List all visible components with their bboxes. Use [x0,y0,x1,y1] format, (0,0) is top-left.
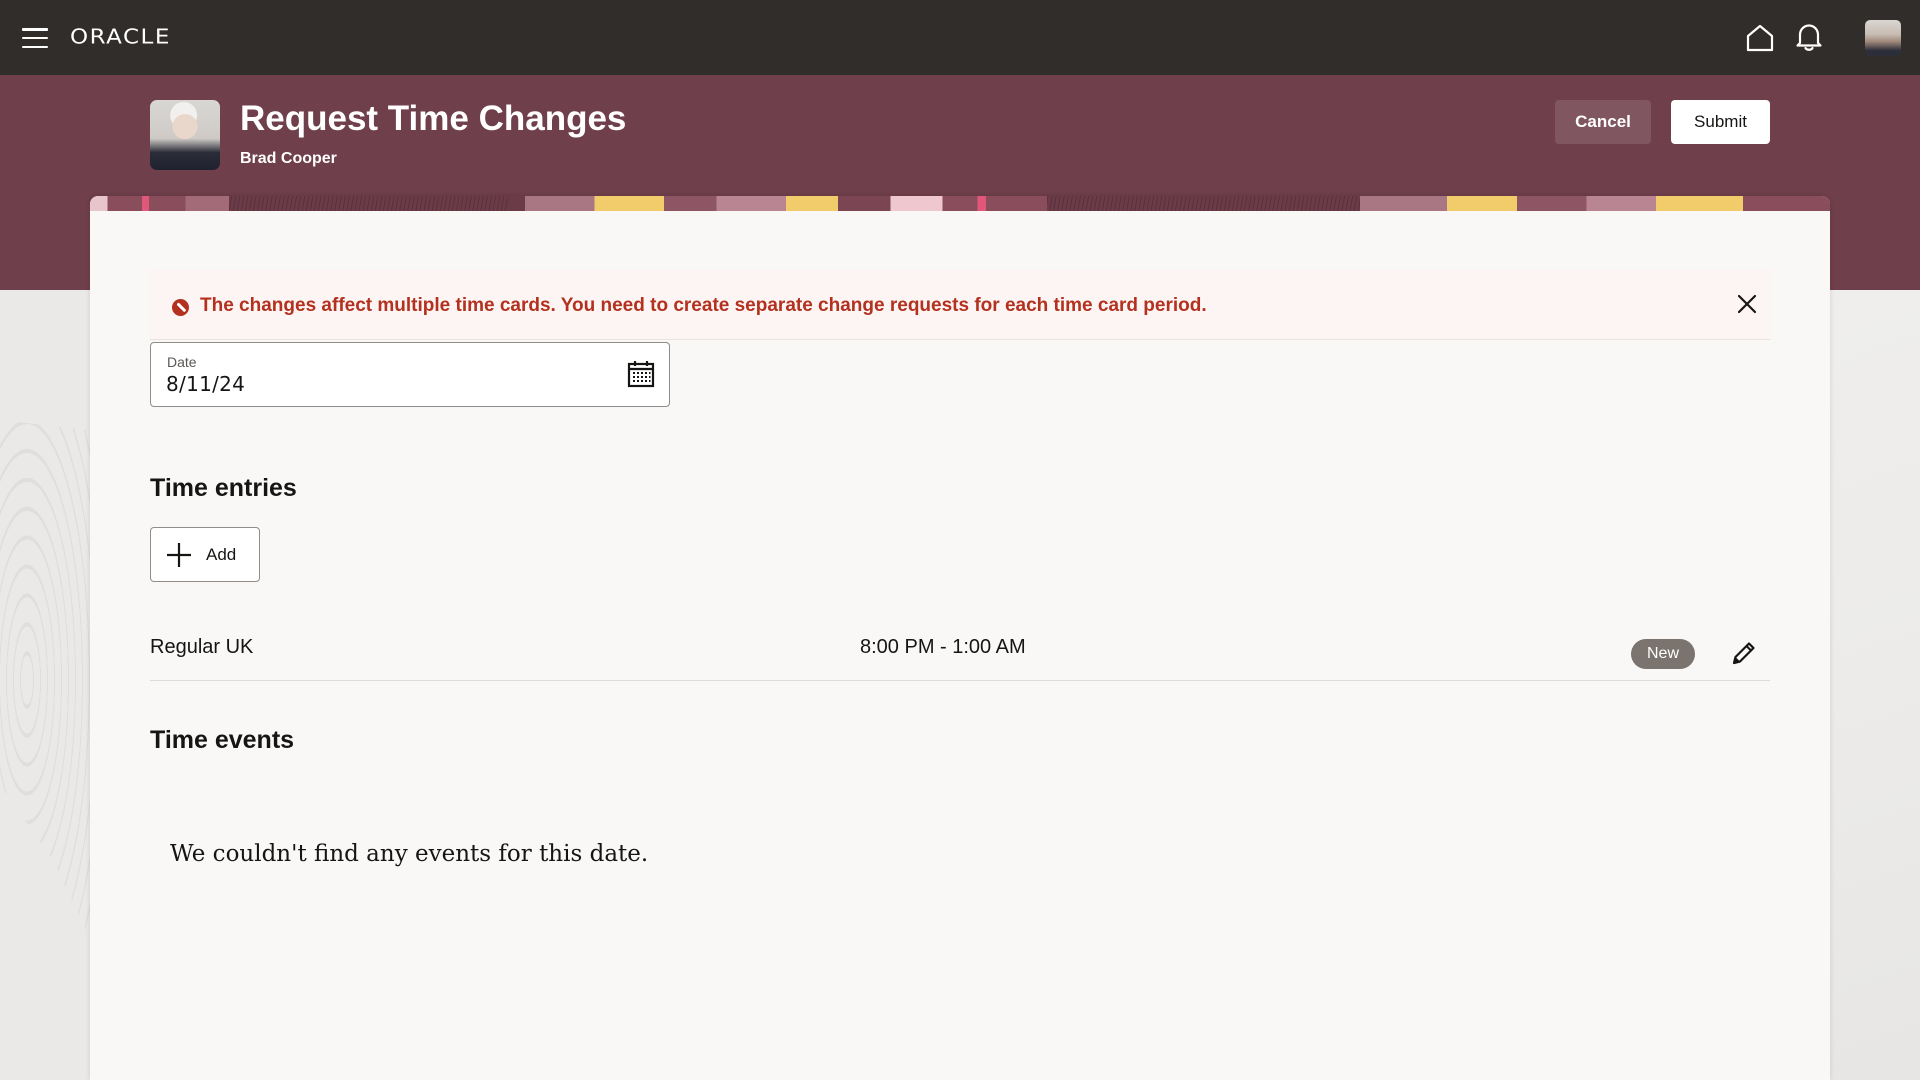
close-icon[interactable] [1735,292,1759,316]
oracle-logo[interactable]: ORACLE [70,25,171,48]
time-entry-type: Regular UK [150,636,254,658]
calendar-icon[interactable] [627,360,655,388]
employee-name: Brad Cooper [240,150,337,167]
notifications-bell-icon[interactable] [1795,22,1823,52]
cancel-button[interactable]: Cancel [1555,100,1651,144]
edit-pencil-icon[interactable] [1730,639,1758,667]
date-value[interactable]: 8/11/24 [166,372,245,396]
background-decoration-right [1830,290,1920,1080]
time-events-heading: Time events [150,726,295,754]
add-time-entry-button[interactable]: Add [150,527,260,582]
submit-button[interactable]: Submit [1671,100,1770,144]
error-message-text: The changes affect multiple time cards. … [200,295,1207,316]
time-entry-time-range: 8:00 PM - 1:00 AM [860,636,1026,658]
hamburger-menu-icon[interactable] [22,28,48,48]
add-label: Add [206,545,237,564]
home-icon[interactable] [1745,24,1775,52]
error-icon [172,299,189,316]
time-entry-row[interactable]: Regular UK 8:00 PM - 1:00 AM New [150,608,1770,681]
decorative-banner-stripe [90,196,1830,211]
error-message-banner: The changes affect multiple time cards. … [150,270,1770,340]
page-title: Request Time Changes [240,99,627,138]
date-label: Date [167,354,197,370]
status-badge: New [1631,639,1695,669]
main-card: The changes affect multiple time cards. … [90,196,1830,1080]
plus-icon [167,543,191,567]
time-entries-heading: Time entries [150,474,297,502]
employee-photo [150,100,220,170]
time-events-empty-message: We couldn't find any events for this dat… [170,841,649,867]
global-header: ORACLE [0,0,1920,75]
user-avatar[interactable] [1865,20,1901,56]
background-decoration-left [0,420,90,940]
date-input[interactable]: Date 8/11/24 [150,342,670,407]
